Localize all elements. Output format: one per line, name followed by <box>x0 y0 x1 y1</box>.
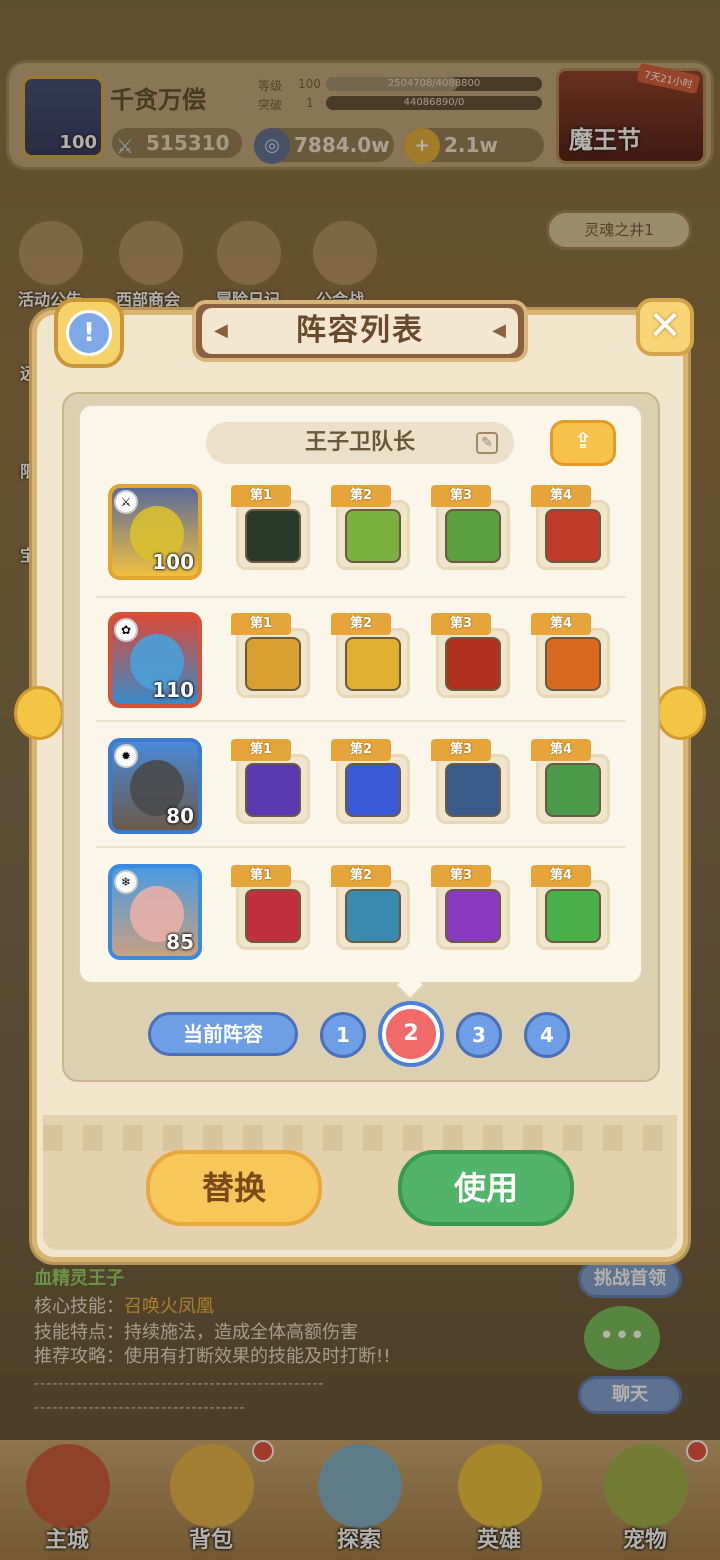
element-badge: ❄ <box>114 870 138 894</box>
prev-arrow-button[interactable] <box>14 686 64 740</box>
lineup-tab-3[interactable]: 3 <box>456 1012 502 1058</box>
vortex-skill-icon <box>445 889 501 943</box>
skill-order-tag: 第3 <box>431 739 491 761</box>
hero-slot-3[interactable]: ✹ 80 <box>108 738 202 834</box>
element-badge: ⚔ <box>114 490 138 514</box>
lineup-tab-4[interactable]: 4 <box>524 1012 570 1058</box>
title-ornament-left-icon: ◀ <box>214 320 228 341</box>
hero-slot-2[interactable]: ✿ 110 <box>108 612 202 708</box>
dragon-skill-icon <box>545 637 601 691</box>
shadow-skill-icon <box>245 509 301 563</box>
trident-skill-icon <box>345 889 401 943</box>
skill-order-tag: 第2 <box>331 739 391 761</box>
skill-order-tag: 第1 <box>231 865 291 887</box>
skill-order-tag: 第2 <box>331 865 391 887</box>
skill-slot[interactable]: 第2 <box>331 739 410 824</box>
element-badge: ✹ <box>114 744 138 768</box>
lineup-tab-2[interactable]: 2 <box>382 1005 440 1063</box>
skill-slot[interactable]: 第4 <box>531 739 610 824</box>
share-button[interactable]: ⇪ <box>550 420 616 466</box>
peach-skill-icon <box>545 763 601 817</box>
modal-title-tab: 阵容列表 ◀ ◀ <box>192 300 528 362</box>
skill-slot[interactable]: 第3 <box>431 739 510 824</box>
skill-order-tag: 第2 <box>331 613 391 635</box>
skill-slot[interactable]: 第4 <box>531 613 610 698</box>
punch-skill-icon <box>245 637 301 691</box>
skill-slot[interactable]: 第1 <box>231 485 310 570</box>
replace-button[interactable]: 替换 <box>146 1150 322 1226</box>
mask-skill-icon <box>245 889 301 943</box>
exclamation-icon: ! <box>66 310 112 356</box>
hero-level: 80 <box>166 804 194 828</box>
claw-skill-icon <box>345 637 401 691</box>
row-divider <box>96 846 626 848</box>
skill-slot[interactable]: 第2 <box>331 865 410 950</box>
modal-title: 阵容列表 <box>202 308 518 354</box>
hero-slot-4[interactable]: ❄ 85 <box>108 864 202 960</box>
row-divider <box>96 720 626 722</box>
next-arrow-button[interactable] <box>656 686 706 740</box>
skill-order-tag: 第3 <box>431 485 491 507</box>
skill-slot[interactable]: 第4 <box>531 865 610 950</box>
team-name: 王子卫队长 <box>304 430 415 455</box>
info-button[interactable]: ! <box>54 298 124 368</box>
skill-slot[interactable]: 第3 <box>431 613 510 698</box>
skill-slot[interactable]: 第2 <box>331 613 410 698</box>
hero-slot-1[interactable]: ⚔ 100 <box>108 484 202 580</box>
team-name-field[interactable]: 王子卫队长 ✎ <box>206 422 514 464</box>
lineup-tab-1[interactable]: 1 <box>320 1012 366 1058</box>
skill-slot[interactable]: 第1 <box>231 613 310 698</box>
modal-footer-band <box>43 1115 677 1250</box>
skill-order-tag: 第4 <box>531 865 591 887</box>
skill-slot[interactable]: 第2 <box>331 485 410 570</box>
edit-icon[interactable]: ✎ <box>476 432 498 454</box>
use-button[interactable]: 使用 <box>398 1150 574 1226</box>
fire-face-skill-icon <box>545 509 601 563</box>
hero-level: 85 <box>166 930 194 954</box>
skill-order-tag: 第3 <box>431 613 491 635</box>
skill-order-tag: 第4 <box>531 485 591 507</box>
purple-rain-skill-icon <box>245 763 301 817</box>
hero-level: 100 <box>152 550 194 574</box>
footer-pattern <box>43 1125 677 1151</box>
skill-order-tag: 第1 <box>231 613 291 635</box>
current-lineup-button[interactable]: 当前阵容 <box>148 1012 298 1056</box>
skill-slot[interactable]: 第1 <box>231 865 310 950</box>
skill-slot[interactable]: 第4 <box>531 485 610 570</box>
flame-golem-skill-icon <box>445 763 501 817</box>
skill-order-tag: 第4 <box>531 613 591 635</box>
close-icon: ✕ <box>648 303 682 349</box>
shield-skill-icon <box>345 509 401 563</box>
skill-order-tag: 第1 <box>231 485 291 507</box>
green-cloud-skill-icon <box>545 889 601 943</box>
close-button[interactable]: ✕ <box>636 298 694 356</box>
skill-slot[interactable]: 第3 <box>431 865 510 950</box>
star-shield-skill-icon <box>445 509 501 563</box>
skill-order-tag: 第3 <box>431 865 491 887</box>
skill-slot[interactable]: 第1 <box>231 739 310 824</box>
skill-order-tag: 第2 <box>331 485 391 507</box>
row-divider <box>96 596 626 598</box>
skill-slot[interactable]: 第3 <box>431 485 510 570</box>
title-ornament-right-icon: ◀ <box>492 320 506 341</box>
skill-order-tag: 第4 <box>531 739 591 761</box>
hero-level: 110 <box>152 678 194 702</box>
meteor-skill-icon <box>345 763 401 817</box>
skill-order-tag: 第1 <box>231 739 291 761</box>
eye-skill-icon <box>445 637 501 691</box>
share-icon: ⇪ <box>573 429 593 454</box>
element-badge: ✿ <box>114 618 138 642</box>
